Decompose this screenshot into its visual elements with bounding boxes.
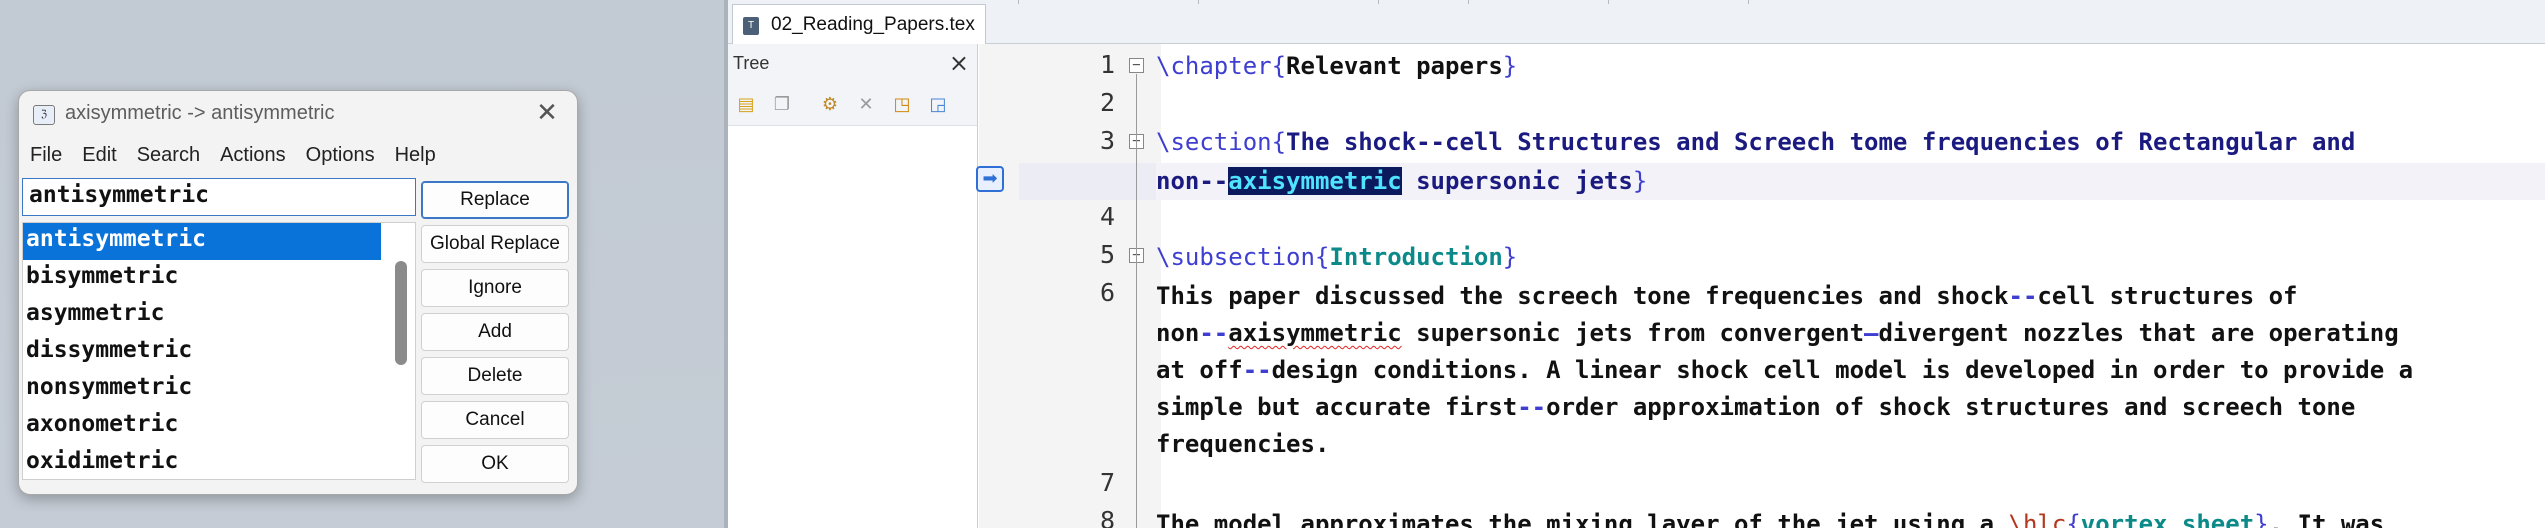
delete-button[interactable]: Delete — [421, 357, 569, 395]
fold-guide — [1136, 74, 1137, 528]
menu-file[interactable]: File — [19, 141, 72, 171]
ignore-button[interactable]: Ignore — [421, 269, 569, 307]
toolbar-remnant — [728, 0, 2545, 4]
code-line-6-wrap-4: frequencies. — [1156, 430, 1330, 458]
menu-search[interactable]: Search — [127, 141, 210, 171]
cancel-button[interactable]: Cancel — [421, 401, 569, 439]
suggestion-item[interactable]: bisymmetric — [23, 260, 381, 297]
code-line-1: \chapter{Relevant papers} — [1156, 52, 1518, 80]
suggestion-item[interactable]: nonsymmetric — [23, 371, 381, 408]
line-number: 1 — [1099, 50, 1115, 79]
delete-icon[interactable]: ✕ — [852, 91, 880, 119]
line-number: 8 — [1099, 506, 1115, 528]
line-number: 6 — [1099, 278, 1115, 307]
suggestion-item[interactable]: asymmetric — [23, 297, 381, 334]
code-line-3-wrap: non--axisymmetric supersonic jets} — [1156, 167, 1648, 195]
code-line-8: The model approximates the mixing layer … — [1156, 510, 2385, 528]
misspelled-word: axisymmetric — [1228, 319, 1402, 347]
line-number: 4 — [1099, 202, 1115, 231]
dialog-titlebar[interactable]: ℨ axisymmetric -> antisymmetric ✕ — [19, 91, 577, 139]
dialog-title: axisymmetric -> antisymmetric — [65, 102, 335, 124]
tab-file[interactable]: T 02_Reading_Papers.tex — [732, 4, 986, 44]
scrollbar-thumb[interactable] — [395, 261, 407, 365]
global-replace-button[interactable]: Global Replace — [421, 225, 569, 263]
line-number: 5 — [1099, 240, 1115, 269]
code-line-6-wrap-1: non--axisymmetric supersonic jets from c… — [1156, 319, 2399, 347]
selected-misspelling: axisymmetric — [1228, 167, 1402, 195]
ok-button[interactable]: OK — [421, 445, 569, 483]
suggestion-item[interactable]: axonometric — [23, 408, 381, 445]
spell-replace-dialog: ℨ axisymmetric -> antisymmetric ✕ File E… — [18, 90, 578, 495]
move-up-icon[interactable]: ◳ — [888, 91, 916, 119]
suggestion-scrollbar[interactable] — [385, 223, 415, 479]
menu-actions[interactable]: Actions — [210, 141, 296, 171]
arrow-right-icon[interactable]: ➡ — [976, 166, 1004, 192]
new-file-icon[interactable]: ▤ — [732, 91, 760, 119]
tab-label: 02_Reading_Papers.tex — [771, 14, 975, 35]
tree-toolbar: ▤ ❐ ⚙ ✕ ◳ ◲ — [728, 84, 977, 126]
menu-edit[interactable]: Edit — [72, 141, 126, 171]
tab-bar: T 02_Reading_Papers.tex — [728, 0, 2545, 44]
line-number: 2 — [1099, 88, 1115, 117]
fold-toggle[interactable]: − — [1129, 58, 1144, 73]
add-button[interactable]: Add — [421, 313, 569, 351]
replacement-input[interactable]: antisymmetric — [22, 178, 416, 216]
line-number: 7 — [1099, 468, 1115, 497]
hierarchy-icon[interactable]: ⚙ — [816, 91, 844, 119]
file-icon: T — [743, 17, 759, 35]
suggestion-list[interactable]: antisymmetric bisymmetric asymmetric dis… — [22, 222, 416, 480]
tree-title: Tree — [733, 53, 770, 73]
suggestion-item[interactable]: oxidimetric — [23, 445, 381, 479]
close-icon[interactable]: × — [949, 49, 969, 77]
menu-options[interactable]: Options — [296, 141, 385, 171]
replace-button[interactable]: Replace — [421, 181, 569, 219]
code-line-6-wrap-2: at off--design conditions. A linear shoc… — [1156, 356, 2414, 384]
code-line-3: \section{The shock--cell Structures and … — [1156, 128, 2356, 156]
code-line-6-wrap-3: simple but accurate first--order approxi… — [1156, 393, 2356, 421]
close-icon[interactable]: ✕ — [529, 99, 565, 129]
line-number: 3 — [1099, 126, 1115, 155]
code-area[interactable]: \chapter{Relevant papers} \section{The s… — [1156, 44, 2545, 528]
code-line-6: This paper discussed the screech tone fr… — [1156, 282, 2298, 310]
tree-header: Tree × — [728, 44, 977, 84]
copy-icon[interactable]: ❐ — [768, 91, 796, 119]
dialog-menubar: File Edit Search Actions Options Help — [19, 141, 577, 171]
menu-help[interactable]: Help — [385, 141, 446, 171]
suggestion-item[interactable]: dissymmetric — [23, 334, 381, 371]
app-icon: ℨ — [33, 105, 55, 125]
tree-panel: Tree × ▤ ❐ ⚙ ✕ ◳ ◲ — [728, 44, 978, 528]
suggestion-item[interactable]: antisymmetric — [23, 223, 381, 260]
move-down-icon[interactable]: ◲ — [924, 91, 952, 119]
current-line-gutter — [1019, 163, 1161, 200]
code-line-5: \subsection{Introduction} — [1156, 243, 1518, 271]
